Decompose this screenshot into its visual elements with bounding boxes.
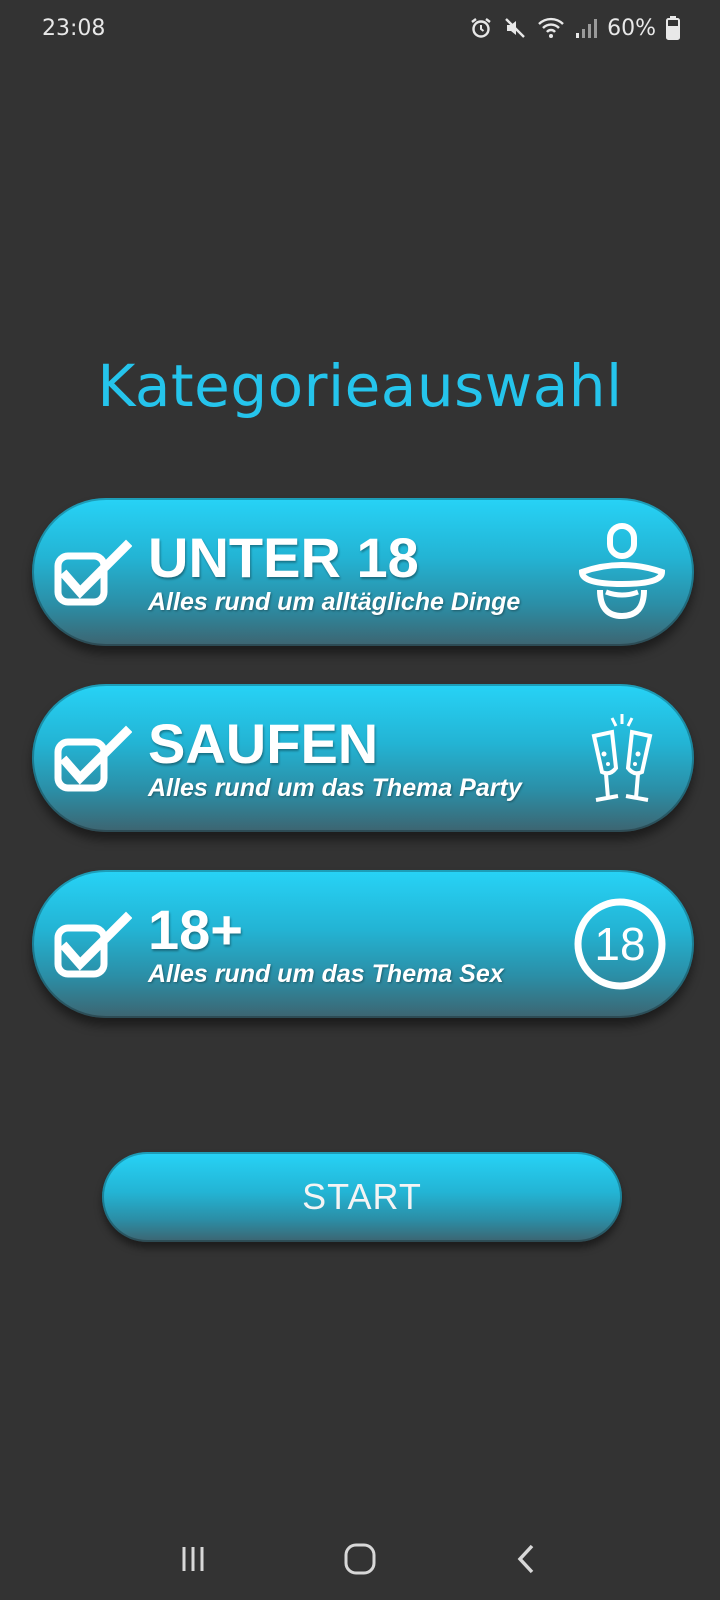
- home-button[interactable]: [330, 1529, 390, 1589]
- category-title: SAUFEN: [148, 712, 379, 775]
- status-time: 23:08: [42, 15, 106, 41]
- category-text: SAUFEN Alles rund um das Thema Party: [148, 712, 522, 803]
- navigation-bar: [0, 1518, 720, 1600]
- mute-icon: [505, 18, 525, 38]
- status-icons: 60%: [469, 16, 680, 41]
- checkbox-checked-icon[interactable]: [52, 720, 132, 800]
- recents-icon: [182, 1547, 204, 1571]
- signal-icon: [576, 19, 598, 38]
- category-text: UNTER 18 Alles rund um alltägliche Dinge: [148, 526, 521, 617]
- start-button[interactable]: START: [102, 1152, 622, 1242]
- battery-percent: 60%: [607, 15, 656, 41]
- age-18-label: 18: [594, 918, 645, 970]
- recents-button[interactable]: [163, 1529, 223, 1589]
- category-title: 18+: [148, 898, 243, 961]
- champagne-glasses-icon: [591, 714, 653, 802]
- home-icon: [344, 1543, 376, 1575]
- battery-icon: [666, 16, 680, 40]
- back-button[interactable]: [497, 1529, 557, 1589]
- checkbox-checked-icon[interactable]: [52, 906, 132, 986]
- status-bar: 23:08 60%: [0, 0, 720, 56]
- age-18-icon: 18: [574, 898, 666, 990]
- category-saufen[interactable]: SAUFEN Alles rund um das Thema Party: [32, 684, 694, 832]
- pacifier-icon: [578, 523, 666, 620]
- wifi-icon: [538, 17, 564, 38]
- category-title: UNTER 18: [148, 526, 419, 589]
- category-subtitle: Alles rund um das Thema Party: [148, 774, 522, 802]
- alarm-icon: [471, 18, 491, 38]
- back-icon: [517, 1544, 533, 1574]
- category-unter-18[interactable]: UNTER 18 Alles rund um alltägliche Dinge: [32, 498, 694, 646]
- category-18-plus[interactable]: 18+ Alles rund um das Thema Sex 18: [32, 870, 694, 1018]
- category-text: 18+ Alles rund um das Thema Sex: [148, 898, 504, 989]
- category-subtitle: Alles rund um das Thema Sex: [148, 960, 504, 988]
- checkbox-checked-icon[interactable]: [52, 534, 132, 614]
- category-subtitle: Alles rund um alltägliche Dinge: [148, 588, 521, 616]
- page-title: Kategorieauswahl: [97, 352, 623, 420]
